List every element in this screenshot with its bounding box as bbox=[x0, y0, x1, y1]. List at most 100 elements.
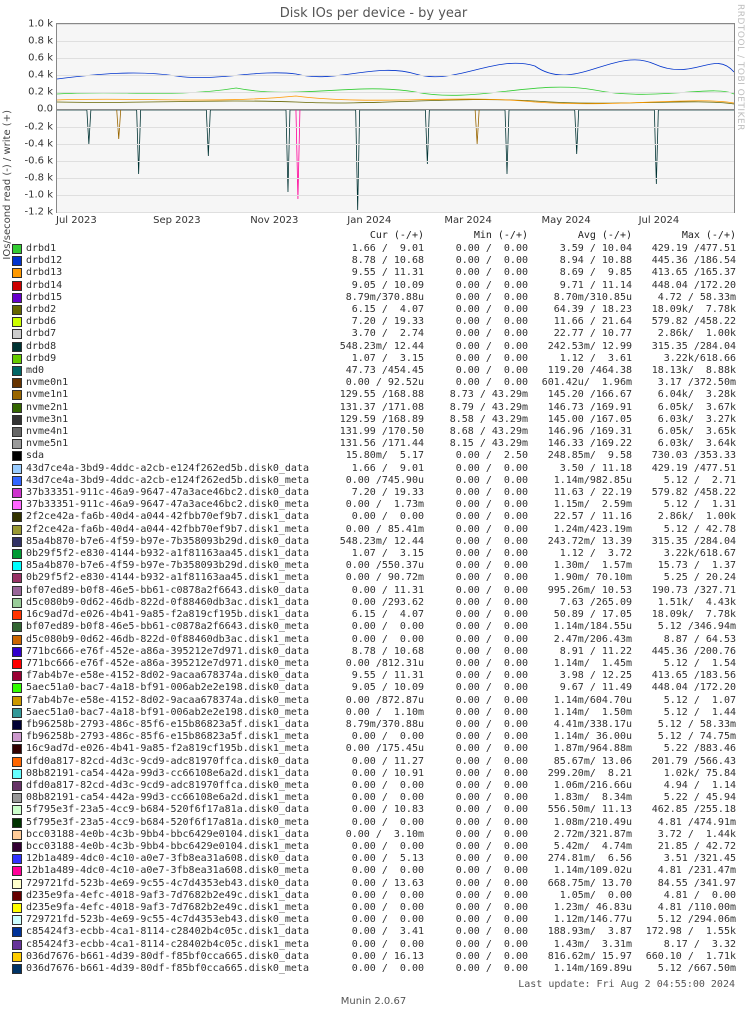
val-max: 6.04k/ 3.28k bbox=[636, 389, 740, 401]
legend-row: bcc03188-4e0b-4c3b-9bb4-bbc6429e0104.dis… bbox=[12, 829, 747, 841]
val-min: 0.00 / 0.00 bbox=[428, 853, 532, 865]
val-avg: 50.89 / 17.05 bbox=[532, 609, 636, 621]
val-avg: 1.43m/ 3.31m bbox=[532, 939, 636, 951]
val-cur: 0.00 /745.90u bbox=[324, 475, 428, 487]
val-avg: 9.71 / 11.14 bbox=[532, 280, 636, 292]
val-cur: 1.66 / 9.01 bbox=[324, 243, 428, 255]
val-cur: 0.00 / 0.00 bbox=[324, 865, 428, 877]
series-name: bf07ed89-b0f8-46e5-bb61-c0878a2f6643.dis… bbox=[26, 621, 324, 633]
val-min: 0.00 / 0.00 bbox=[428, 914, 532, 926]
val-min: 0.00 / 0.00 bbox=[428, 341, 532, 353]
val-avg: 1.14m/184.55u bbox=[532, 621, 636, 633]
legend-row: 85a4b870-b7e6-4f59-b97e-7b358093b29d.dis… bbox=[12, 536, 747, 548]
val-min: 0.00 / 0.00 bbox=[428, 951, 532, 963]
swatch-icon bbox=[12, 439, 22, 449]
val-avg: 668.75m/ 13.70 bbox=[532, 878, 636, 890]
val-max: 5.12 / 2.71 bbox=[636, 475, 740, 487]
val-max: 445.36 /200.76 bbox=[636, 646, 740, 658]
val-max: 315.35 /284.04 bbox=[636, 536, 740, 548]
val-cur: 0.00 / 1.10m bbox=[324, 707, 428, 719]
y-tick: 0.0 bbox=[37, 104, 53, 115]
series-name: d5c080b9-0d62-46db-822d-0f88460db3ac.dis… bbox=[26, 597, 324, 609]
swatch-icon bbox=[12, 366, 22, 376]
val-cur: 0.00 / 3.41 bbox=[324, 926, 428, 938]
legend-row: 37b33351-911c-46a9-9647-47a3ace46bc2.dis… bbox=[12, 499, 747, 511]
val-min: 0.00 / 0.00 bbox=[428, 634, 532, 646]
val-avg: 1.90m/ 70.10m bbox=[532, 572, 636, 584]
val-min: 8.73 / 43.29m bbox=[428, 389, 532, 401]
val-cur: 0.00 /550.37u bbox=[324, 560, 428, 572]
series-name: dfd0a817-82cd-4d3c-9cd9-adc81970ffca.dis… bbox=[26, 756, 324, 768]
val-max: 6.05k/ 3.65k bbox=[636, 426, 740, 438]
swatch-icon bbox=[12, 415, 22, 425]
series-name: d5c080b9-0d62-46db-822d-0f88460db3ac.dis… bbox=[26, 634, 324, 646]
legend-row: nvme5n1131.56 /171.448.15 / 43.29m146.33… bbox=[12, 438, 747, 450]
series-name: 5f795e3f-23a5-4cc9-b684-520f6f17a81a.dis… bbox=[26, 817, 324, 829]
val-avg: 1.30m/ 1.57m bbox=[532, 560, 636, 572]
val-max: 1.02k/ 75.84 bbox=[636, 768, 740, 780]
val-avg: 3.59 / 10.04 bbox=[532, 243, 636, 255]
x-tick: May 2024 bbox=[541, 215, 637, 226]
series-name: nvme4n1 bbox=[26, 426, 324, 438]
swatch-icon bbox=[12, 854, 22, 864]
series-name: 16c9ad7d-e026-4b41-9a85-f2a819cf195b.dis… bbox=[26, 609, 324, 621]
val-max: 4.72 / 58.33m bbox=[636, 292, 740, 304]
legend-row: 16c9ad7d-e026-4b41-9a85-f2a819cf195b.dis… bbox=[12, 609, 747, 621]
val-max: 579.82 /458.22 bbox=[636, 316, 740, 328]
val-max: 1.51k/ 4.43k bbox=[636, 597, 740, 609]
series-name: 771bc666-e76f-452e-a86a-395212e7d971.dis… bbox=[26, 646, 324, 658]
val-min: 0.00 / 0.00 bbox=[428, 548, 532, 560]
swatch-icon bbox=[12, 647, 22, 657]
val-min: 0.00 / 0.00 bbox=[428, 475, 532, 487]
swatch-icon bbox=[12, 464, 22, 474]
val-cur: 7.20 / 19.33 bbox=[324, 316, 428, 328]
swatch-icon bbox=[12, 866, 22, 876]
val-avg: 145.00 /167.05 bbox=[532, 414, 636, 426]
val-min: 0.00 / 0.00 bbox=[428, 255, 532, 267]
col-cur: Cur (-/+) bbox=[324, 230, 428, 241]
val-min: 0.00 / 0.00 bbox=[428, 292, 532, 304]
val-max: 413.65 /183.56 bbox=[636, 670, 740, 682]
val-min: 0.00 / 0.00 bbox=[428, 609, 532, 621]
legend-row: md047.73 /454.450.00 / 0.00119.20 /464.3… bbox=[12, 365, 747, 377]
val-min: 0.00 / 0.00 bbox=[428, 890, 532, 902]
series-name: fb96258b-2793-486c-85f6-e15b86823a5f.dis… bbox=[26, 731, 324, 743]
legend-row: drbd128.78 / 10.680.00 / 0.008.94 / 10.8… bbox=[12, 255, 747, 267]
val-avg: 1.14m/ 1.50m bbox=[532, 707, 636, 719]
val-max: 579.82 /458.22 bbox=[636, 487, 740, 499]
val-max: 4.81 / 0.00 bbox=[636, 890, 740, 902]
val-min: 0.00 / 0.00 bbox=[428, 731, 532, 743]
val-max: 413.65 /165.37 bbox=[636, 267, 740, 279]
val-avg: 8.70m/310.85u bbox=[532, 292, 636, 304]
val-avg: 556.50m/ 11.13 bbox=[532, 804, 636, 816]
val-max: 660.10 / 1.71k bbox=[636, 951, 740, 963]
val-min: 0.00 / 0.00 bbox=[428, 780, 532, 792]
series-name: fb96258b-2793-486c-85f6-e15b86823a5f.dis… bbox=[26, 719, 324, 731]
series-name: bcc03188-4e0b-4c3b-9bb4-bbc6429e0104.dis… bbox=[26, 829, 324, 841]
val-cur: 131.99 /170.50 bbox=[324, 426, 428, 438]
val-cur: 9.55 / 11.31 bbox=[324, 267, 428, 279]
series-name: 43d7ce4a-3bd9-4ddc-a2cb-e124f262ed5b.dis… bbox=[26, 475, 324, 487]
val-min: 0.00 / 2.50 bbox=[428, 450, 532, 462]
series-name: d235e9fa-4efc-4018-9af3-7d7682b2e49c.dis… bbox=[26, 902, 324, 914]
swatch-icon bbox=[12, 598, 22, 608]
col-max: Max (-/+) bbox=[636, 230, 740, 241]
swatch-icon bbox=[12, 879, 22, 889]
val-max: 21.85 / 42.72 bbox=[636, 841, 740, 853]
legend-row: 771bc666-e76f-452e-a86a-395212e7d971.dis… bbox=[12, 658, 747, 670]
val-cur: 0.00 / 11.27 bbox=[324, 756, 428, 768]
series-name: f7ab4b7e-e58e-4152-8d02-9acaa678374a.dis… bbox=[26, 695, 324, 707]
val-avg: 7.63 /265.09 bbox=[532, 597, 636, 609]
val-max: 18.13k/ 8.88k bbox=[636, 365, 740, 377]
legend-row: f7ab4b7e-e58e-4152-8d02-9acaa678374a.dis… bbox=[12, 670, 747, 682]
val-avg: 1.12m/146.77u bbox=[532, 914, 636, 926]
watermark: RRDTOOL / TOBI OETIKER bbox=[735, 4, 745, 131]
val-cur: 9.05 / 10.09 bbox=[324, 280, 428, 292]
series-name: 0b29f5f2-e830-4144-b932-a1f81163aa45.dis… bbox=[26, 548, 324, 560]
val-avg: 2.47m/206.43m bbox=[532, 634, 636, 646]
series-name: drbd9 bbox=[26, 353, 324, 365]
val-cur: 8.78 / 10.68 bbox=[324, 255, 428, 267]
val-avg: 3.98 / 12.25 bbox=[532, 670, 636, 682]
val-min: 0.00 / 0.00 bbox=[428, 707, 532, 719]
legend-row: 729721fd-523b-4e69-9c55-4c7d4353eb43.dis… bbox=[12, 914, 747, 926]
